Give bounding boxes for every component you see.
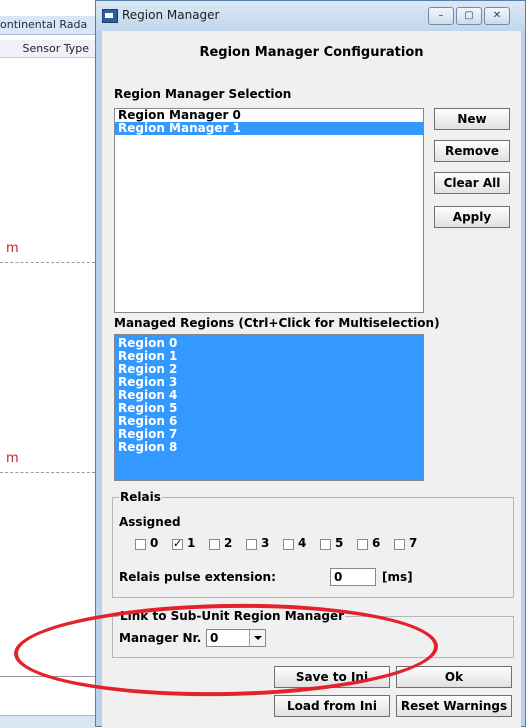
relais-group: Relais Assigned 0 1 2 3 4 5 6 7 Relais p…	[112, 490, 514, 598]
relais-checkbox-label: 3	[261, 536, 270, 550]
sensor-type-column-header[interactable]: Sensor Type	[0, 40, 95, 58]
relais-checkbox-label: 4	[298, 536, 307, 550]
relais-checkbox-label: 1	[187, 536, 196, 550]
pulse-unit-label: [ms]	[382, 570, 413, 584]
relais-checkbox-label: 7	[409, 536, 418, 550]
remove-button[interactable]: Remove	[434, 140, 510, 162]
pulse-extension-label: Relais pulse extension:	[119, 570, 276, 584]
relais-checkbox-4[interactable]	[283, 539, 294, 550]
maximize-icon[interactable]: ▢	[456, 7, 482, 25]
manager-nr-dropdown[interactable]: 0	[206, 629, 266, 647]
link-group-label: Link to Sub-Unit Region Manager	[119, 609, 346, 623]
background-divider	[0, 676, 95, 677]
ok-button[interactable]: Ok	[396, 666, 512, 688]
managed-regions-label: Managed Regions (Ctrl+Click for Multisel…	[114, 316, 440, 330]
manager-nr-value: 0	[210, 631, 219, 645]
relais-checkbox-label: 2	[224, 536, 233, 550]
background-app: ontinental Rada Sensor Type m m	[0, 0, 96, 728]
window-app-icon	[102, 9, 118, 23]
relais-checkbox-1[interactable]	[172, 537, 183, 550]
title-bar[interactable]: Region Manager – ▢ ✕	[96, 1, 525, 31]
minimize-icon[interactable]: –	[428, 7, 454, 25]
managed-regions-list[interactable]: Region 0 Region 1 Region 2 Region 3 Regi…	[114, 334, 424, 481]
background-marker: m	[6, 241, 19, 256]
manager-nr-label: Manager Nr.	[119, 631, 202, 645]
new-button[interactable]: New	[434, 108, 510, 130]
region-manager-window: Region Manager – ▢ ✕ Region Manager Conf…	[95, 0, 526, 728]
background-footer	[0, 715, 95, 728]
chevron-down-icon[interactable]	[249, 630, 265, 646]
background-divider	[0, 262, 95, 263]
relais-checkbox-5[interactable]	[320, 539, 331, 550]
relais-checkbox-3[interactable]	[246, 539, 257, 550]
relais-checkbox-2[interactable]	[209, 539, 220, 550]
region-manager-list[interactable]: Region Manager 0 Region Manager 1	[114, 108, 424, 313]
list-item-selected[interactable]: Region Manager 1	[115, 122, 423, 135]
reset-warnings-button[interactable]: Reset Warnings	[396, 695, 512, 717]
relais-checkbox-label: 0	[150, 536, 159, 550]
relais-checkbox-label: 5	[335, 536, 344, 550]
window-title: Region Manager	[122, 8, 220, 22]
clear-all-button[interactable]: Clear All	[434, 172, 510, 194]
dialog-client-area: Region Manager Configuration Region Mana…	[102, 31, 521, 728]
list-item[interactable]: Region 8	[115, 441, 423, 454]
assigned-label: Assigned	[119, 515, 181, 529]
selection-label: Region Manager Selection	[114, 87, 292, 101]
link-group: Link to Sub-Unit Region Manager Manager …	[112, 609, 514, 658]
background-divider	[0, 472, 95, 473]
dialog-heading: Region Manager Configuration	[199, 45, 424, 60]
close-icon[interactable]: ✕	[484, 7, 510, 25]
relais-checkbox-7[interactable]	[394, 539, 405, 550]
apply-button[interactable]: Apply	[434, 206, 510, 228]
background-tab[interactable]: ontinental Rada	[0, 16, 95, 35]
load-from-ini-button[interactable]: Load from Ini	[274, 695, 390, 717]
relais-group-label: Relais	[119, 490, 162, 504]
relais-checkbox-6[interactable]	[357, 539, 368, 550]
pulse-extension-input[interactable]: 0	[330, 568, 376, 586]
save-to-ini-button[interactable]: Save to Ini	[274, 666, 390, 688]
relais-checkbox-0[interactable]	[135, 539, 146, 550]
relais-checkbox-label: 6	[372, 536, 381, 550]
background-marker: m	[6, 451, 19, 466]
